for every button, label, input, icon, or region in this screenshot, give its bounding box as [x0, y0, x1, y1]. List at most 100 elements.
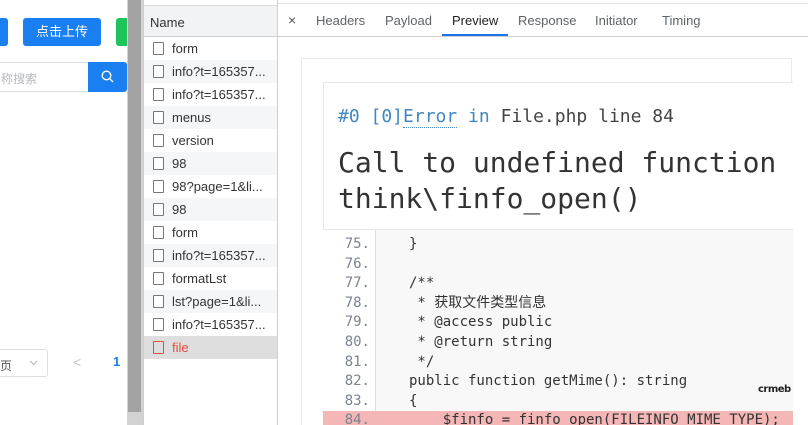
request-name: formatLst — [172, 271, 227, 286]
line-number: 79. — [344, 314, 370, 331]
code-line: 83. { — [323, 392, 793, 412]
request-type-icon — [153, 111, 164, 124]
line-source: public function getMime(): string — [409, 373, 688, 390]
tab-headers[interactable]: Headers — [316, 13, 365, 28]
chevron-down-icon — [29, 360, 38, 366]
request-type-icon — [153, 341, 164, 354]
error-message-line1: Call to undefined function — [338, 146, 777, 179]
line-number: 77. — [344, 275, 370, 292]
line-source: * 获取文件类型信息 — [409, 294, 547, 311]
request-type-icon — [153, 65, 164, 78]
detail-tabbar: × Headers Payload Preview Response Initi… — [278, 0, 808, 37]
request-name: lst?page=1&li... — [172, 294, 262, 309]
line-source: } — [409, 236, 418, 252]
network-row[interactable]: file — [144, 336, 278, 359]
network-row[interactable]: form — [144, 37, 278, 60]
line-number: 83. — [344, 392, 370, 409]
request-name: form — [172, 225, 198, 240]
network-row[interactable]: info?t=165357... — [144, 60, 278, 83]
network-row[interactable]: menus — [144, 106, 278, 129]
page-size-select[interactable]: 页 — [0, 349, 48, 377]
code-line: 77. /** — [323, 274, 793, 294]
search-placeholder: 称搜索 — [1, 72, 38, 86]
line-source: /** — [409, 275, 435, 292]
network-header-strip — [144, 0, 278, 6]
tab-response[interactable]: Response — [518, 13, 577, 28]
line-number: 84. — [344, 412, 370, 425]
success-button-partial[interactable] — [116, 18, 127, 46]
code-line: 79. * @access public — [323, 313, 793, 333]
error-message: Call to undefined function think\finfo_o… — [338, 145, 808, 217]
line-source: * @access public — [409, 314, 553, 331]
code-line-error: 84. $finfo = finfo_open(FILEINFO_MIME_TY… — [323, 411, 793, 425]
request-name: info?t=165357... — [172, 317, 266, 332]
line-number: 81. — [344, 353, 370, 370]
request-name: 98 — [172, 156, 187, 171]
upload-button[interactable]: 点击上传 — [23, 18, 101, 46]
line-number: 78. — [344, 294, 370, 311]
code-line: 82. public function getMime(): string — [323, 372, 793, 392]
network-row[interactable]: 98?page=1&li... — [144, 175, 278, 198]
request-type-icon — [153, 203, 164, 216]
line-number: 75. — [344, 236, 370, 252]
network-list-header[interactable]: Name — [144, 0, 278, 37]
detail-top-strip — [278, 0, 808, 4]
network-rows: form info?t=165357... info?t=165357... menu… — [144, 37, 278, 359]
line-source: { — [409, 392, 418, 409]
request-name: version — [172, 133, 214, 148]
code-line: 75.} — [323, 235, 793, 255]
line-source: */ — [409, 353, 435, 370]
line-source: $finfo = finfo_open(FILEINFO_MIME_TYPE); — [409, 412, 780, 425]
name-column-header[interactable]: Name — [150, 15, 185, 30]
source-code-block: 75.} 76. 77./** 78. * 获取文件类型信息 79. * @access… — [323, 229, 793, 425]
app-left-panel: 点击上传 称搜索 页 < 1 — [0, 0, 127, 425]
code-line: 81. */ — [323, 353, 793, 373]
code-line: 78. * 获取文件类型信息 — [323, 294, 793, 314]
network-row[interactable]: 98 — [144, 152, 278, 175]
error-type-link[interactable]: Error — [403, 106, 458, 128]
watermark-logo: crmeb — [758, 384, 791, 395]
request-type-icon — [153, 134, 164, 147]
network-row[interactable]: form — [144, 221, 278, 244]
network-row[interactable]: version — [144, 129, 278, 152]
tab-preview[interactable]: Preview — [452, 13, 498, 28]
line-source: * @return string — [409, 333, 553, 350]
network-row[interactable]: info?t=165357... — [144, 83, 278, 106]
page-size-label: 页 — [0, 359, 13, 373]
search-button[interactable] — [88, 62, 127, 92]
search-input[interactable]: 称搜索 — [0, 62, 88, 92]
request-name: info?t=165357... — [172, 87, 266, 102]
request-type-icon — [153, 180, 164, 193]
network-request-list: Name form info?t=165357... info?t=165357..… — [143, 0, 278, 425]
error-message-line2: think\finfo_open() — [338, 182, 642, 215]
request-name: info?t=165357... — [172, 248, 266, 263]
tab-payload[interactable]: Payload — [385, 13, 432, 28]
request-name: 98 — [172, 202, 187, 217]
network-row[interactable]: info?t=165357... — [144, 313, 278, 336]
tab-initiator[interactable]: Initiator — [595, 13, 638, 28]
request-name: form — [172, 41, 198, 56]
page-scrollbar-thumb[interactable] — [128, 0, 141, 412]
request-type-icon — [153, 295, 164, 308]
network-row[interactable]: 98 — [144, 198, 278, 221]
pager-current-page[interactable]: 1 — [113, 354, 120, 369]
close-icon[interactable]: × — [288, 12, 296, 28]
request-name: file — [172, 340, 189, 355]
request-type-icon — [153, 42, 164, 55]
search-icon — [101, 70, 114, 83]
request-name: 98?page=1&li... — [172, 179, 263, 194]
request-type-icon — [153, 272, 164, 285]
error-location: #0 [0]Error in File.php line 84 — [338, 106, 674, 128]
tab-timing[interactable]: Timing — [662, 13, 701, 28]
line-number: 80. — [344, 333, 370, 350]
code-line: 80. * @return string — [323, 333, 793, 353]
network-row[interactable]: info?t=165357... — [144, 244, 278, 267]
network-row[interactable]: formatLst — [144, 267, 278, 290]
primary-button-partial[interactable] — [0, 18, 8, 46]
request-name: info?t=165357... — [172, 64, 266, 79]
request-type-icon — [153, 226, 164, 239]
request-detail-panel: × Headers Payload Preview Response Initi… — [278, 0, 808, 425]
pager-prev-button[interactable]: < — [73, 354, 81, 370]
request-name: menus — [172, 110, 212, 125]
network-row[interactable]: lst?page=1&li... — [144, 290, 278, 313]
